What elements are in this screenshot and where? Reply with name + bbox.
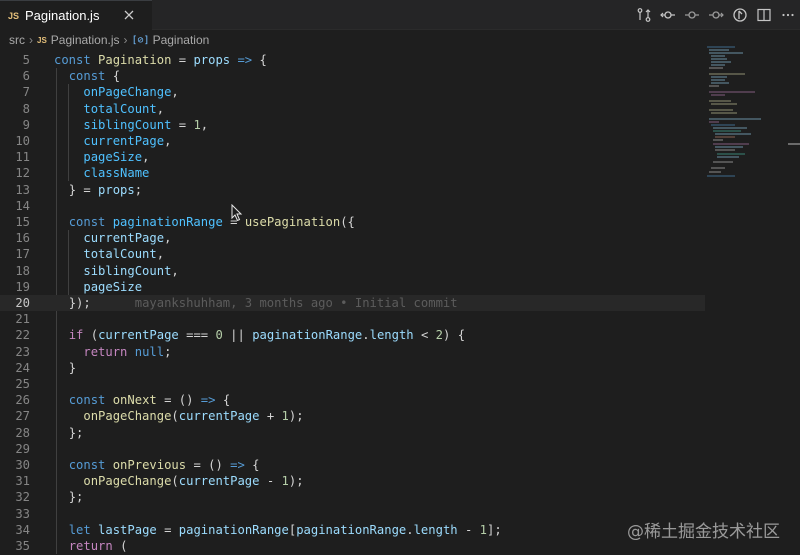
code-line: 9 siblingCount = 1, bbox=[22, 117, 209, 132]
mouse-pointer-icon bbox=[231, 204, 243, 222]
split-editor-icon[interactable] bbox=[752, 0, 776, 29]
code-line: 17 totalCount, bbox=[15, 247, 165, 262]
code-line: 28 }; bbox=[15, 425, 84, 440]
breadcrumb-file[interactable]: JS Pagination.js bbox=[37, 33, 120, 47]
code-line: 8 totalCount, bbox=[22, 101, 165, 116]
code-line: 33 bbox=[15, 506, 30, 521]
editor-actions bbox=[632, 0, 800, 29]
breadcrumb-folder[interactable]: src bbox=[9, 33, 25, 47]
chevron-right-icon: › bbox=[29, 33, 33, 47]
code-line: 15 const paginationRange = usePagination… bbox=[15, 215, 355, 229]
code-line: 21 bbox=[15, 312, 30, 327]
code-line: 19 pageSize bbox=[15, 279, 143, 294]
code-line: 12 className bbox=[15, 166, 150, 181]
code-line: 32 }; bbox=[15, 490, 84, 505]
git-blame-annotation: mayankshuhham, 3 months ago • Initial co… bbox=[134, 296, 458, 310]
watermark: @稀土掘金技术社区 bbox=[627, 522, 780, 542]
javascript-file-icon: JS bbox=[37, 35, 47, 45]
code-line: 14 bbox=[15, 198, 30, 213]
close-icon[interactable] bbox=[122, 8, 136, 22]
git-commit-icon[interactable] bbox=[656, 0, 680, 29]
next-change-icon[interactable] bbox=[704, 0, 728, 29]
toggle-blame-icon[interactable] bbox=[728, 0, 752, 29]
code-line: 22 if (currentPage === 0 || paginationRa… bbox=[15, 328, 466, 343]
code-editor[interactable]: 5 const Pagination = props => { 6 const {… bbox=[0, 52, 800, 555]
tab-pagination-js[interactable]: JS Pagination.js bbox=[0, 0, 152, 30]
more-actions-icon[interactable] bbox=[776, 0, 800, 29]
code-line: 35 return ( bbox=[15, 539, 128, 553]
code-line: 6 const { bbox=[22, 69, 121, 84]
breadcrumb-symbol-label: Pagination bbox=[152, 33, 210, 47]
code-line: 13 } = props; bbox=[15, 182, 143, 197]
code-line: 18 siblingCount, bbox=[15, 263, 179, 278]
variable-symbol-icon: [⊘] bbox=[131, 34, 150, 46]
code-line: 16 currentPage, bbox=[15, 231, 172, 246]
breadcrumb: src › JS Pagination.js › [⊘] Pagination bbox=[0, 30, 800, 50]
editor-tab-bar: JS Pagination.js bbox=[0, 0, 800, 30]
code-line: 30 const onPrevious = () => { bbox=[15, 458, 260, 472]
javascript-file-icon: JS bbox=[8, 10, 20, 21]
code-line: 7 onPageChange, bbox=[22, 85, 179, 100]
code-line: 11 pageSize, bbox=[15, 150, 150, 165]
chevron-right-icon: › bbox=[123, 33, 128, 47]
code-line: 31 onPageChange(currentPage - 1); bbox=[15, 474, 304, 489]
code-line: 5 const Pagination = props => { bbox=[22, 53, 267, 67]
breadcrumb-symbol[interactable]: [⊘] Pagination bbox=[132, 33, 210, 47]
code-line: 24 } bbox=[15, 360, 77, 375]
code-line: 10 currentPage, bbox=[15, 134, 172, 148]
tab-title: Pagination.js bbox=[25, 8, 100, 23]
compare-changes-icon[interactable] bbox=[632, 0, 656, 29]
previous-change-icon[interactable] bbox=[680, 0, 704, 29]
code-line: 27 onPageChange(currentPage + 1); bbox=[15, 409, 304, 424]
code-line: 34 let lastPage = paginationRange[pagina… bbox=[15, 522, 502, 537]
code-line: 26 const onNext = () => { bbox=[15, 393, 231, 408]
scrollbar-indicator[interactable] bbox=[788, 143, 800, 145]
breadcrumb-file-label: Pagination.js bbox=[50, 33, 120, 47]
code-line: 25 bbox=[15, 377, 30, 391]
minimap[interactable] bbox=[705, 44, 790, 184]
code-line: 23 return null; bbox=[15, 344, 172, 359]
code-line: 29 bbox=[15, 441, 30, 456]
code-line-current: 20 }); mayankshuhham, 3 months ago • Ini… bbox=[0, 295, 705, 312]
